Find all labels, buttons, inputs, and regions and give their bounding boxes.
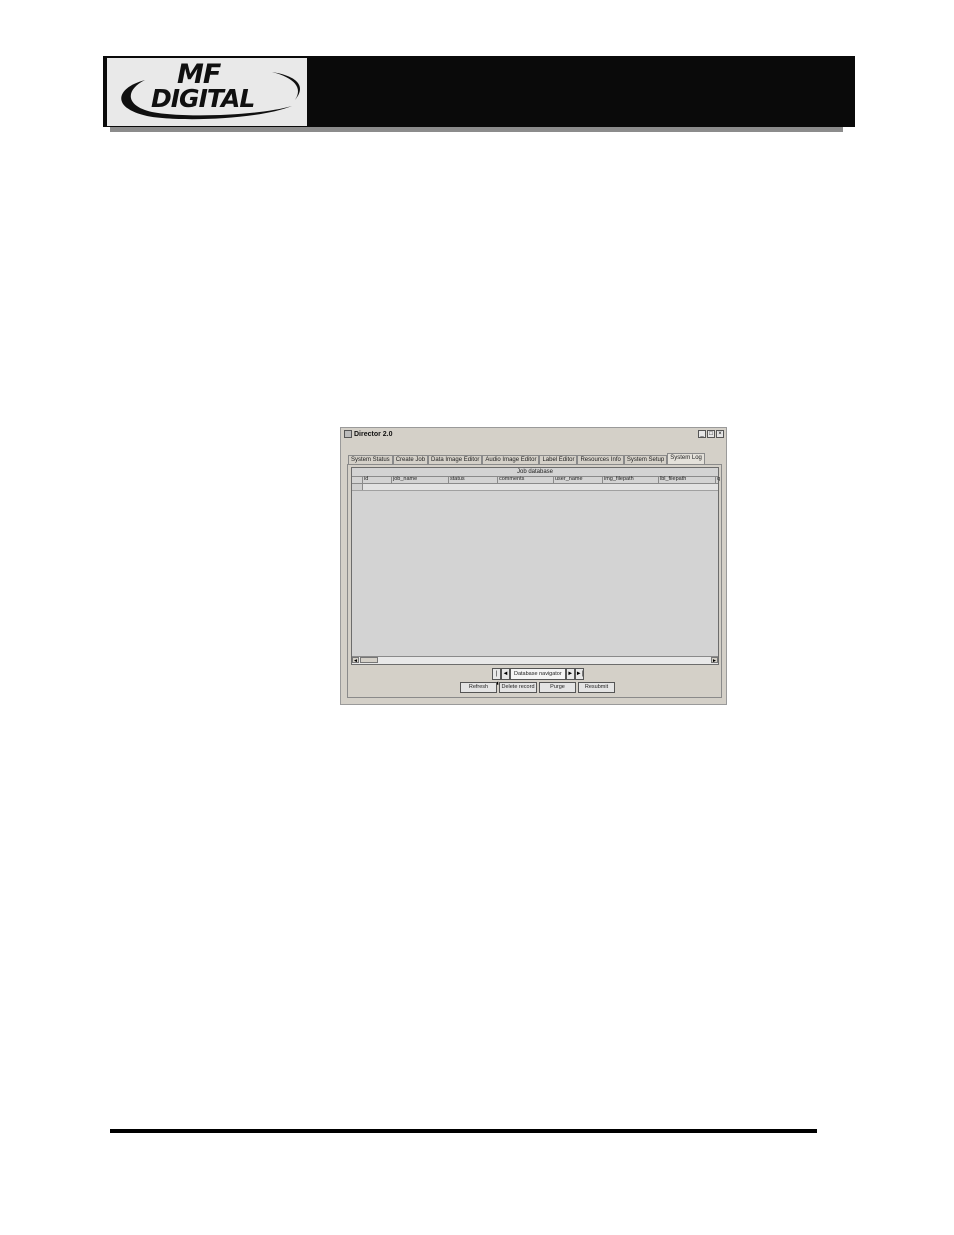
column-header-q[interactable]: q [716, 476, 722, 483]
header-banner-shadow [110, 127, 843, 132]
window-controls: _ □ × [698, 430, 724, 438]
scroll-right-icon[interactable]: ► [711, 657, 718, 664]
column-header-img-filepath[interactable]: img_filepath [603, 476, 659, 483]
footer-rule [110, 1129, 817, 1133]
prev-record-icon[interactable]: ◄ [501, 668, 510, 680]
close-icon[interactable]: × [716, 430, 724, 438]
window-titlebar[interactable]: Director 2.0 _ □ × [342, 429, 725, 441]
scroll-thumb[interactable] [360, 657, 378, 663]
column-header-indicator [352, 476, 363, 483]
scroll-left-icon[interactable]: ◄ [352, 657, 359, 664]
column-header-job-name[interactable]: job_name [392, 476, 449, 483]
logo-text-digital: DIGITAL [151, 84, 255, 113]
horizontal-scrollbar[interactable]: ◄ ► [352, 656, 718, 664]
table-row[interactable] [352, 484, 718, 491]
column-header-id[interactable]: id [363, 476, 392, 483]
column-header-user-name[interactable]: user_name [554, 476, 603, 483]
purge-button[interactable]: Purge [539, 682, 576, 693]
column-header-comments[interactable]: comments [498, 476, 554, 483]
director-window: Director 2.0 _ □ × System Status Create … [340, 427, 727, 705]
column-header-status[interactable]: status [449, 476, 498, 483]
tab-bar: System Status Create Job Data Image Edit… [348, 453, 705, 465]
last-record-icon[interactable]: ►| [574, 668, 584, 680]
minimize-icon[interactable]: _ [698, 430, 706, 438]
mf-digital-logo: MF DIGITAL [107, 58, 307, 126]
navigator-label: Database navigator [510, 668, 566, 680]
database-navigator: |◄ ◄ Database navigator ► ►| [492, 668, 584, 687]
next-record-icon[interactable]: ► [565, 668, 575, 680]
app-icon [344, 430, 352, 438]
action-buttons: Refresh Delete record Purge Resubmit [460, 682, 615, 693]
resubmit-button[interactable]: Resubmit [578, 682, 615, 693]
first-record-icon[interactable]: |◄ [492, 668, 501, 687]
column-header-lbl-filepath[interactable]: lbl_filepath [659, 476, 716, 483]
maximize-icon[interactable]: □ [707, 430, 715, 438]
system-log-panel: Job database id job_name status comments… [347, 464, 722, 698]
window-title: Director 2.0 [354, 431, 393, 438]
delete-record-button[interactable]: Delete record [499, 682, 537, 693]
job-database-grid[interactable]: Job database id job_name status comments… [351, 467, 720, 665]
row-indicator [352, 484, 363, 490]
grid-header-row: id job_name status comments user_name im… [352, 476, 720, 484]
refresh-button[interactable]: Refresh [460, 682, 497, 693]
